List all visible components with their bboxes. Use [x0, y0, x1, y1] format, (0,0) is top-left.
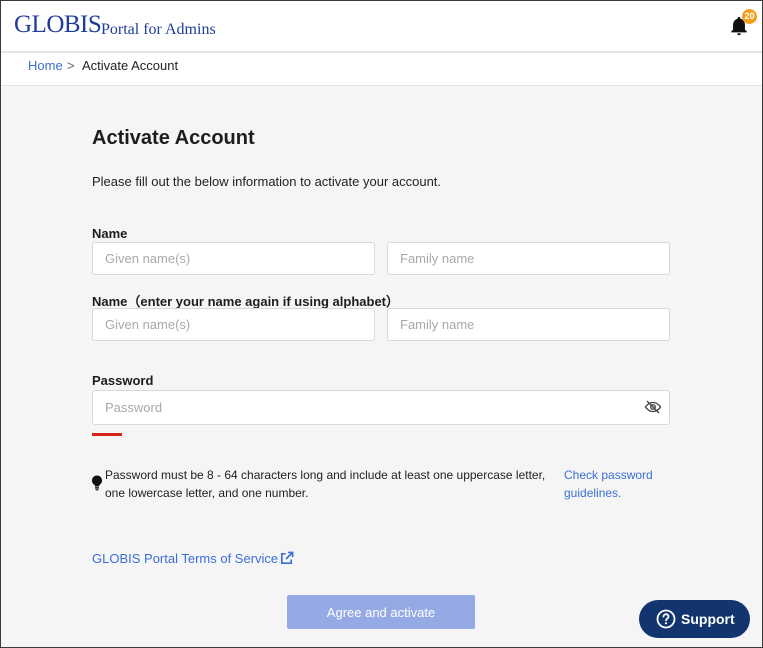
agree-and-activate-button[interactable]: Agree and activate	[287, 595, 475, 629]
family-name-alphabet-input[interactable]	[387, 308, 670, 341]
support-button[interactable]: Support	[639, 600, 750, 638]
external-link-icon[interactable]	[279, 551, 294, 566]
page-title: Activate Account	[92, 127, 255, 149]
password-input[interactable]	[92, 390, 670, 425]
top-header: GLOBIS Portal for Admins 20	[1, 1, 762, 52]
globis-logo[interactable]: GLOBIS	[14, 11, 102, 39]
page-description: Please fill out the below information to…	[92, 174, 442, 189]
support-label: Support	[681, 611, 735, 627]
lightbulb-icon	[92, 475, 102, 491]
family-name-input[interactable]	[387, 242, 670, 275]
password-hint: Password must be 8 - 64 characters long …	[105, 468, 546, 500]
given-name-alphabet-input[interactable]	[92, 308, 375, 341]
question-circle-icon	[656, 609, 676, 629]
portal-name: Portal for Admins	[101, 21, 216, 38]
terms-of-service-link[interactable]: GLOBIS Portal Terms of Service	[92, 551, 278, 566]
password-guidelines-link[interactable]: Check password guidelines.	[564, 466, 674, 502]
breadcrumb: Home > Activate Account	[1, 53, 762, 86]
breadcrumb-current: Activate Account	[82, 58, 179, 73]
name-label: Name	[92, 226, 128, 241]
given-name-input[interactable]	[92, 242, 375, 275]
breadcrumb-home-link[interactable]: Home	[28, 58, 63, 73]
breadcrumb-separator: >	[67, 58, 75, 73]
password-label: Password	[92, 373, 154, 388]
notification-badge: 20	[742, 9, 757, 24]
password-strength-bar	[92, 433, 122, 436]
app-window: GLOBIS Portal for Admins 20 Home > Activ…	[0, 0, 763, 648]
eye-slash-icon[interactable]	[644, 398, 662, 416]
